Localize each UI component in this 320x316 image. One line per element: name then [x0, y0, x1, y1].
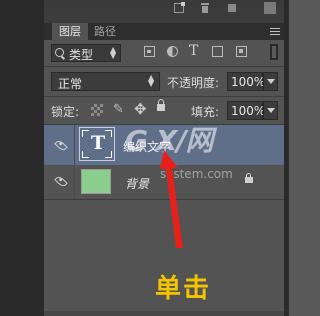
annotation-arrow: [160, 150, 183, 248]
annotation-label: 单击: [155, 274, 212, 304]
bottom-strip: [44, 311, 284, 316]
annotation-arrow-shape: [160, 150, 183, 248]
